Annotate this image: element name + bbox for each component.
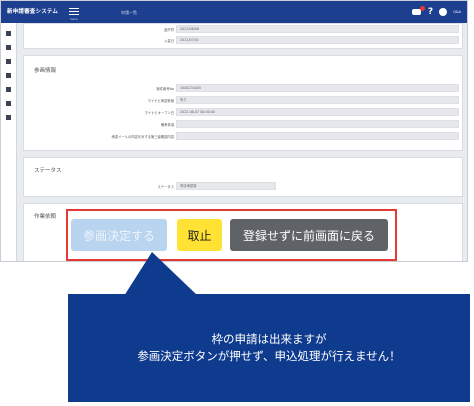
row-value (176, 120, 459, 128)
callout-line-2: 参画決定ボタンが押せず、申込処理が行えません！ (137, 349, 401, 363)
status-title: ステータス (34, 168, 62, 174)
work-title: 作業依頼 (34, 214, 57, 220)
reference-title: 参画情報 (34, 68, 57, 74)
nav-icon-2[interactable] (6, 45, 11, 50)
breadcrumb[interactable]: 申請一覧 (121, 10, 137, 16)
row-value: 2022-06-07 00:00:00 (176, 108, 459, 116)
row-value: 2022/07/01 (176, 36, 459, 44)
nav-icon-1[interactable] (6, 31, 11, 36)
row-label: マイナビオープン日 (144, 111, 174, 115)
nav-icon-5[interactable] (6, 87, 11, 92)
row-value: 1000234005 (176, 84, 459, 92)
status-value: 申請承認済 (176, 182, 276, 190)
nav-icon-7[interactable] (6, 115, 11, 120)
reference-card: 参画情報 案件番号No 1000234005 マイナビ承認有無 有り マイナビオ… (23, 55, 463, 151)
row-value (176, 132, 459, 140)
user-name[interactable]: Q&A (453, 10, 461, 14)
row-label: 備考事項 (160, 123, 174, 127)
top-bar: 新申請審査システム menu 申請一覧 ? Q&A (1, 1, 467, 23)
menu-label: menu (69, 17, 79, 21)
row-label: 入金日 (164, 39, 174, 43)
dates-card: 過不符 2022/06/08 入金日 2022/07/01 (23, 23, 463, 49)
stage: 新申請審査システム menu 申請一覧 ? Q&A 過不符 2022/06/08… (0, 0, 474, 406)
nav-icon-4[interactable] (6, 73, 11, 78)
status-card: ステータス ステータス 申請承認済 (23, 157, 463, 197)
callout-box: 枠の申請は出来ますが 参画決定ボタンが押せず、申込処理が行えません！ (68, 294, 470, 402)
notification-badge (419, 6, 425, 11)
help-icon[interactable]: ? (428, 7, 433, 17)
back-button[interactable]: 登録せずに前画面に戻る (230, 219, 388, 251)
row-label: ステータス (157, 185, 174, 189)
nav-icon-3[interactable] (6, 59, 11, 64)
user-avatar-icon[interactable] (439, 8, 448, 16)
app-brand: 新申請審査システム (7, 9, 59, 15)
topbar-actions: ? Q&A (411, 6, 461, 18)
callout-line-1: 枠の申請は出来ますが (211, 332, 327, 346)
row-value: 2022/06/08 (176, 25, 459, 33)
row-value: 有り (176, 96, 459, 104)
decide-button[interactable]: 参画決定する (71, 219, 167, 251)
side-nav (1, 23, 17, 261)
cancel-button[interactable]: 取止 (177, 219, 222, 251)
row-label: マイナビ承認有無 (147, 99, 174, 103)
nav-icon-6[interactable] (6, 101, 11, 106)
notification-icon[interactable] (411, 6, 425, 16)
row-label: 承認メールの内容を対する第三者確認内容 (111, 135, 174, 139)
row-label: 案件番号No (156, 87, 174, 91)
row-label: 過不符 (164, 28, 174, 32)
